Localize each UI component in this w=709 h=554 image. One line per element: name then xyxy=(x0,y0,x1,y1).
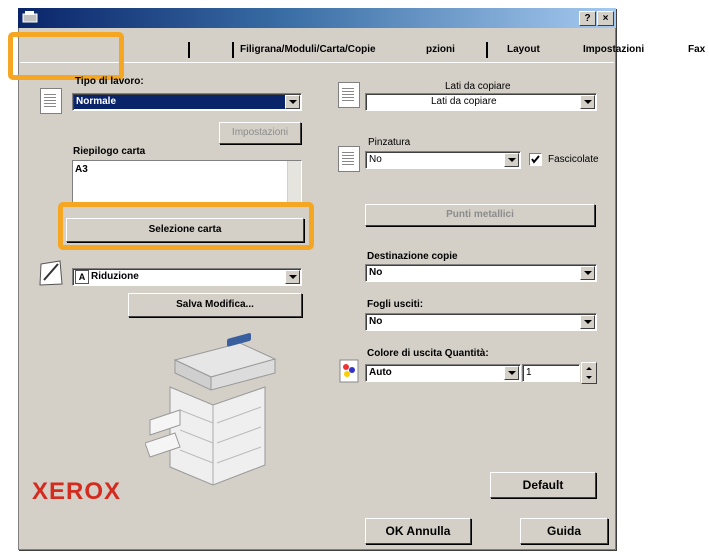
reduction-value: Riduzione xyxy=(91,271,139,282)
collate-checkbox[interactable] xyxy=(529,153,542,166)
stapling-label: Pinzatura xyxy=(368,137,411,148)
chevron-down-icon[interactable] xyxy=(580,266,595,280)
ok-cancel-button[interactable]: OK Annulla xyxy=(365,518,471,544)
tab-options[interactable]: pzioni xyxy=(426,40,455,60)
chevron-down-icon[interactable] xyxy=(580,95,595,109)
printer-illustration xyxy=(144,325,285,490)
tab-layout[interactable]: Layout xyxy=(507,40,540,60)
tab-watermark-paper-copies[interactable]: Filigrana/Moduli/Carta/Copie xyxy=(240,40,376,60)
document-icon xyxy=(40,88,62,114)
sheets-select[interactable]: No xyxy=(365,313,597,331)
job-type-value: Normale xyxy=(74,95,285,109)
sheets-value: No xyxy=(369,316,383,327)
save-changes-button[interactable]: Salva Modifica... xyxy=(128,293,302,317)
destination-value: No xyxy=(369,267,383,278)
sides-select[interactable]: Lati da copiare xyxy=(365,93,597,111)
sheets-label: Fogli usciti: xyxy=(367,299,424,310)
stapling-value: No xyxy=(369,154,382,165)
paper-summary-label: Riepilogo carta xyxy=(73,146,146,157)
tab-separator xyxy=(188,42,190,58)
reduction-select[interactable]: A Riduzione xyxy=(72,268,302,286)
staple-doc-icon xyxy=(338,146,360,172)
color-qty-label: Colore di uscita Quantità: xyxy=(367,348,489,359)
staple-points-button[interactable]: Punti metallici xyxy=(365,204,595,226)
title-bar xyxy=(18,8,616,28)
close-button[interactable]: × xyxy=(597,11,614,26)
job-type-select[interactable]: Normale xyxy=(72,93,302,111)
highlight-tab xyxy=(8,32,124,80)
tab-settings[interactable]: Impostazioni xyxy=(583,40,644,60)
collate-label: Fascicolate xyxy=(548,154,599,165)
quantity-value: 1 xyxy=(526,367,532,378)
xerox-logo: XEROX xyxy=(32,478,122,505)
color-select[interactable]: Auto xyxy=(365,364,521,382)
paper-summary-value: A3 xyxy=(75,164,88,175)
destination-select[interactable]: No xyxy=(365,264,597,282)
paper-summary-list: A3 xyxy=(72,160,302,206)
color-value: Auto xyxy=(369,367,392,378)
quantity-input[interactable]: 1 xyxy=(522,364,580,382)
chevron-down-icon[interactable] xyxy=(580,315,595,329)
default-button[interactable]: Default xyxy=(490,472,596,498)
document-icon xyxy=(338,82,360,108)
chevron-down-icon[interactable] xyxy=(285,95,300,109)
job-type-label: Tipo di lavoro: xyxy=(75,76,144,87)
color-palette-icon xyxy=(338,358,360,384)
settings-button[interactable]: Impostazioni xyxy=(219,122,301,144)
stapling-select[interactable]: No xyxy=(365,151,521,169)
chevron-down-icon[interactable] xyxy=(504,153,519,167)
quantity-stepper[interactable] xyxy=(581,362,597,384)
highlight-paper-selection xyxy=(58,202,314,250)
help-title-button[interactable]: ? xyxy=(579,11,596,26)
destination-label: Destinazione copie xyxy=(367,251,458,262)
sides-value: Lati da copiare xyxy=(431,96,497,107)
tab-separator xyxy=(232,42,234,58)
sides-label: Lati da copiare xyxy=(445,81,511,92)
tab-fax[interactable]: Fax xyxy=(688,40,705,60)
help-button[interactable]: Guida xyxy=(520,518,608,544)
printer-app-icon xyxy=(22,10,38,24)
chevron-down-icon[interactable] xyxy=(285,270,300,284)
scrollbar[interactable] xyxy=(287,161,301,205)
tab-separator xyxy=(486,42,488,58)
pencil-doc-icon xyxy=(36,258,66,288)
reduction-icon: A xyxy=(75,270,89,284)
chevron-down-icon[interactable] xyxy=(504,366,519,380)
